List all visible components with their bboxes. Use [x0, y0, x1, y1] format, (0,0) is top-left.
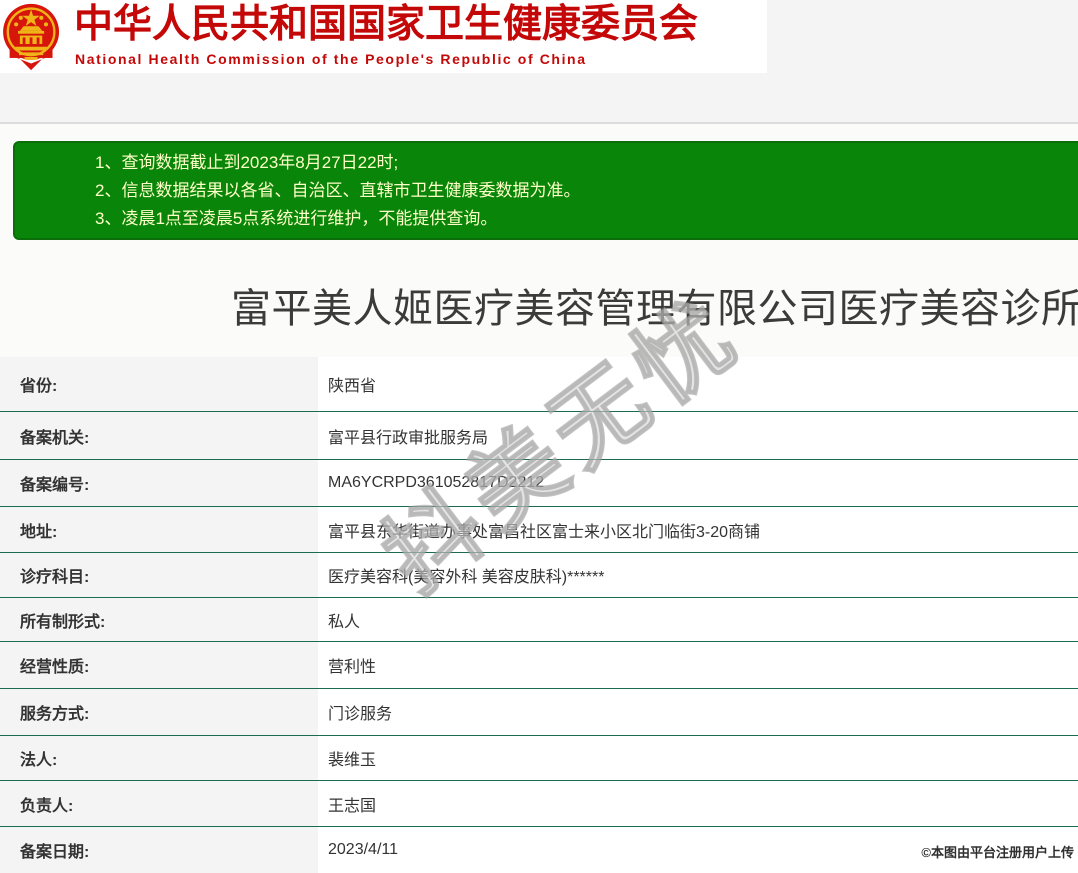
row-value: 富平县东华街道办事处富昌社区富士来小区北门临街3-20商铺: [328, 523, 761, 541]
row-label: 省份:: [0, 357, 318, 411]
row-value: 裴维玉: [328, 752, 377, 769]
notice-line-3: 3、凌晨1点至凌晨5点系统进行维护，不能提供查询。: [95, 209, 498, 228]
row-value: 私人: [328, 613, 361, 631]
row-label: 诊疗科目:: [0, 553, 318, 597]
row-value: 医疗美容科(美容外科 美容皮肤科)******: [328, 569, 605, 586]
row-value: 营利性: [328, 659, 377, 676]
national-emblem-icon: [3, 3, 60, 71]
table-row-person-in-charge: 负责人: 王志国: [0, 781, 1078, 827]
table-row-province: 省份: 陕西省: [0, 357, 1078, 412]
top-band: 中华人民共和国国家卫生健康委员会 National Health Commiss…: [0, 0, 1078, 124]
row-label: 经营性质:: [0, 642, 318, 688]
row-value: 陕西省: [328, 378, 377, 395]
table-row-treatment-subjects: 诊疗科目: 医疗美容科(美容外科 美容皮肤科)******: [0, 553, 1078, 598]
header-title-en: National Health Commission of the People…: [75, 51, 587, 67]
table-row-filing-date: 备案日期: 2023/4/11: [0, 827, 1078, 873]
row-label: 法人:: [0, 736, 318, 780]
site-header: 中华人民共和国国家卫生健康委员会 National Health Commiss…: [0, 0, 767, 73]
row-label: 地址:: [0, 507, 318, 552]
notice-line-2: 2、信息数据结果以各省、自治区、直辖市卫生健康委数据为准。: [95, 181, 581, 200]
table-row-legal-person: 法人: 裴维玉: [0, 736, 1078, 781]
row-label: 服务方式:: [0, 689, 318, 735]
row-value: MA6YCRPD361052817D2212: [328, 474, 545, 491]
table-row-business-nature: 经营性质: 营利性: [0, 642, 1078, 689]
header-title-cn: 中华人民共和国国家卫生健康委员会: [74, 3, 699, 46]
table-row-filing-number: 备案编号: MA6YCRPD361052817D2212: [0, 460, 1078, 507]
row-label: 负责人:: [0, 781, 318, 826]
row-value: 王志国: [328, 797, 377, 815]
row-label: 所有制形式:: [0, 598, 318, 641]
row-label: 备案机关:: [0, 412, 318, 459]
photo-credit: ©本图由平台注册用户上传: [921, 845, 1074, 860]
row-value: 富平县行政审批服务局: [328, 429, 489, 447]
table-row-address: 地址: 富平县东华街道办事处富昌社区富士来小区北门临街3-20商铺: [0, 507, 1078, 553]
table-row-filing-authority: 备案机关: 富平县行政审批服务局: [0, 412, 1078, 460]
page-title: 富平美人姬医疗美容管理有限公司医疗美容诊所: [231, 287, 1078, 331]
row-value: 门诊服务: [328, 706, 393, 723]
notice-line-1: 1、查询数据截止到2023年8月27日22时;: [95, 153, 399, 172]
row-label: 备案编号:: [0, 460, 318, 506]
table-row-service-mode: 服务方式: 门诊服务: [0, 689, 1078, 736]
record-table: 省份: 陕西省 备案机关: 富平县行政审批服务局 备案编号: MA6YCRPD3…: [0, 357, 1078, 873]
row-label: 备案日期:: [0, 827, 318, 873]
table-row-ownership: 所有制形式: 私人: [0, 598, 1078, 642]
notice-box: 1、查询数据截止到2023年8月27日22时; 2、信息数据结果以各省、自治区、…: [13, 141, 1078, 240]
